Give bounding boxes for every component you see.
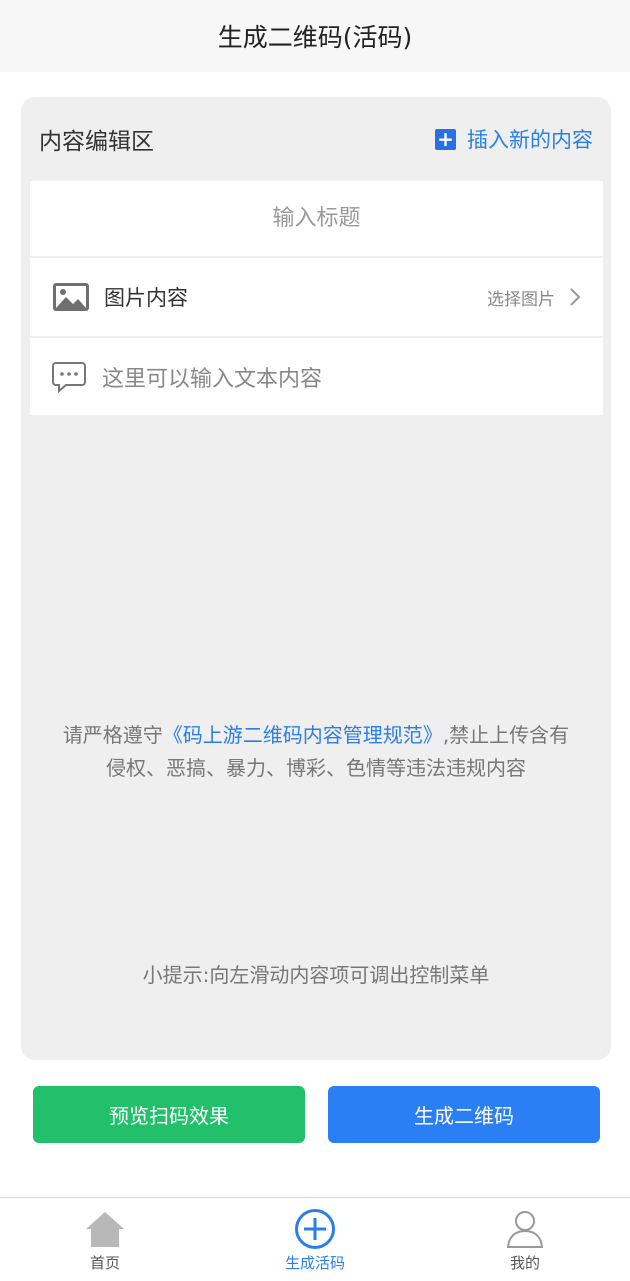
user-icon bbox=[504, 1208, 546, 1250]
tab-create-code[interactable]: 生成活码 bbox=[255, 1198, 375, 1281]
tab-create-label: 生成活码 bbox=[284, 1254, 345, 1272]
image-icon bbox=[53, 283, 89, 311]
image-content-label: 图片内容 bbox=[104, 286, 188, 310]
insert-content-button[interactable]: + 插入新的内容 bbox=[435, 124, 593, 154]
plus-circle-icon bbox=[294, 1208, 336, 1250]
text-content-row[interactable]: 这里可以输入文本内容 bbox=[30, 338, 603, 415]
swipe-tip: 小提示:向左滑动内容项可调出控制菜单 bbox=[142, 963, 490, 987]
tab-mine-label: 我的 bbox=[509, 1254, 540, 1272]
content-policy-notice: 请严格遵守《码上游二维码内容管理规范》,禁止上传含有侵权、恶搞、暴力、博彩、色情… bbox=[61, 719, 571, 785]
home-icon bbox=[84, 1208, 126, 1250]
title-row bbox=[30, 181, 603, 256]
text-content-placeholder: 这里可以输入文本内容 bbox=[102, 366, 323, 392]
select-image-label: 选择图片 bbox=[487, 289, 555, 310]
chat-bubble-icon bbox=[52, 361, 86, 393]
app-header: 生成二维码(活码) bbox=[0, 0, 630, 72]
editor-label: 内容编辑区 bbox=[39, 129, 154, 155]
tab-home-label: 首页 bbox=[89, 1254, 120, 1272]
editor-header: 内容编辑区 + 插入新的内容 bbox=[21, 97, 611, 181]
title-input[interactable] bbox=[30, 206, 603, 231]
tab-mine[interactable]: 我的 bbox=[465, 1198, 585, 1281]
preview-scan-button[interactable]: 预览扫码效果 bbox=[33, 1086, 305, 1143]
plus-square-icon: + bbox=[435, 128, 456, 150]
bottom-tab-bar: 首页 生成活码 我的 bbox=[0, 1197, 630, 1280]
content-editor-card: 内容编辑区 + 插入新的内容 图片内容 选择图片 这里可以输入文本内容 bbox=[21, 97, 611, 1060]
tab-home[interactable]: 首页 bbox=[45, 1198, 165, 1281]
chevron-right-icon bbox=[570, 288, 581, 306]
policy-link[interactable]: 《码上游二维码内容管理规范》 bbox=[163, 723, 443, 747]
image-content-row[interactable]: 图片内容 选择图片 bbox=[30, 258, 603, 336]
generate-qrcode-button[interactable]: 生成二维码 bbox=[328, 1086, 600, 1143]
notice-prefix: 请严格遵守 bbox=[62, 723, 163, 747]
insert-content-label: 插入新的内容 bbox=[467, 128, 593, 152]
page-title: 生成二维码(活码) bbox=[217, 23, 413, 52]
